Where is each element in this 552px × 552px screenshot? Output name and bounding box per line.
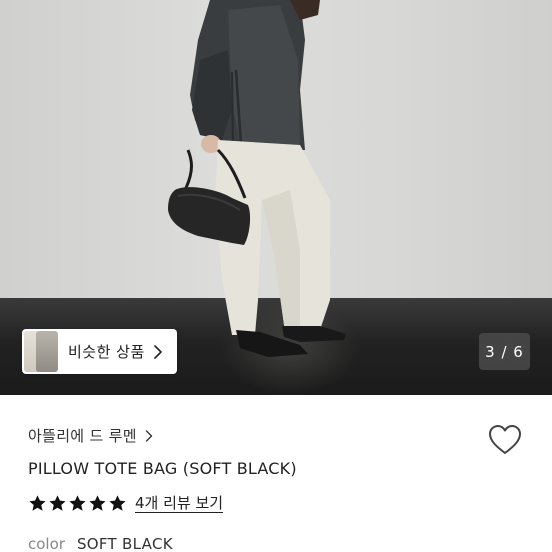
similar-products-thumbnails [24, 331, 58, 372]
brand-name: 아뜰리에 드 루멘 [28, 427, 137, 445]
image-page-indicator: 3 / 6 [479, 333, 530, 370]
brand-link[interactable]: 아뜰리에 드 루멘 [28, 425, 153, 446]
similar-products-button[interactable]: 비슷한 상품 [22, 329, 177, 374]
option-value: SOFT BLACK [76, 535, 173, 552]
star-icon [29, 495, 46, 511]
rating-stars [28, 494, 127, 513]
heart-icon[interactable] [487, 423, 523, 457]
product-option-row: color SOFT BLACK [28, 535, 173, 552]
star-icon [109, 495, 126, 511]
rating-row: 4개 리뷰 보기 [28, 494, 224, 513]
similar-product-thumbnail [36, 331, 58, 372]
view-reviews-link[interactable]: 4개 리뷰 보기 [135, 494, 224, 513]
product-image-gallery[interactable]: 비슷한 상품 3 / 6 [0, 0, 552, 395]
star-icon [49, 495, 66, 511]
product-title: PILLOW TOTE BAG (SOFT BLACK) [28, 459, 297, 478]
star-icon [89, 495, 106, 511]
star-icon [69, 495, 86, 511]
chevron-right-icon [145, 429, 153, 442]
option-label: color [28, 535, 65, 552]
similar-products-label: 비슷한 상품 [68, 343, 145, 361]
chevron-right-icon [153, 344, 162, 359]
